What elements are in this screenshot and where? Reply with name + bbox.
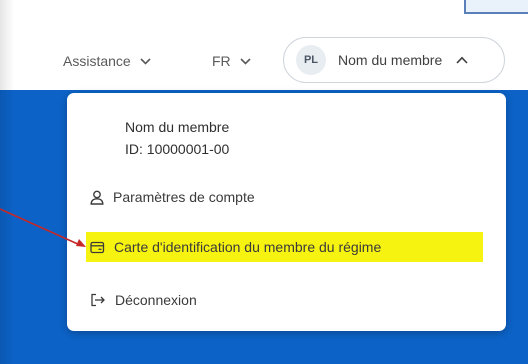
language-selector[interactable]: FR bbox=[212, 48, 251, 74]
chevron-down-icon bbox=[140, 57, 151, 65]
user-name: Nom du membre bbox=[338, 52, 443, 68]
member-id: ID: 10000001-00 bbox=[125, 141, 230, 157]
id-card-icon bbox=[90, 241, 105, 253]
user-dropdown-menu: Nom du membre ID: 10000001-00 Paramètres… bbox=[67, 93, 506, 331]
chevron-up-icon bbox=[456, 56, 468, 64]
avatar: PL bbox=[296, 45, 326, 75]
menu-item-account-settings[interactable]: Paramètres de compte bbox=[90, 186, 255, 208]
language-label: FR bbox=[212, 53, 231, 69]
user-menu-button[interactable]: PL Nom du membre bbox=[283, 37, 505, 83]
top-header: Assistance FR PL Nom du membre bbox=[0, 0, 528, 90]
chevron-down-icon bbox=[240, 57, 251, 65]
member-name: Nom du membre bbox=[125, 119, 230, 135]
menu-item-member-id-card[interactable]: Carte d'identification du membre du régi… bbox=[90, 236, 381, 258]
assistance-label: Assistance bbox=[63, 53, 131, 69]
menu-item-label: Carte d'identification du membre du régi… bbox=[114, 239, 382, 255]
menu-item-label: Paramètres de compte bbox=[113, 189, 255, 205]
user-icon bbox=[90, 190, 104, 205]
assistance-menu[interactable]: Assistance bbox=[63, 48, 151, 74]
logout-icon bbox=[91, 293, 105, 307]
menu-item-logout[interactable]: Déconnexion bbox=[90, 289, 197, 311]
menu-item-label: Déconnexion bbox=[115, 292, 197, 308]
